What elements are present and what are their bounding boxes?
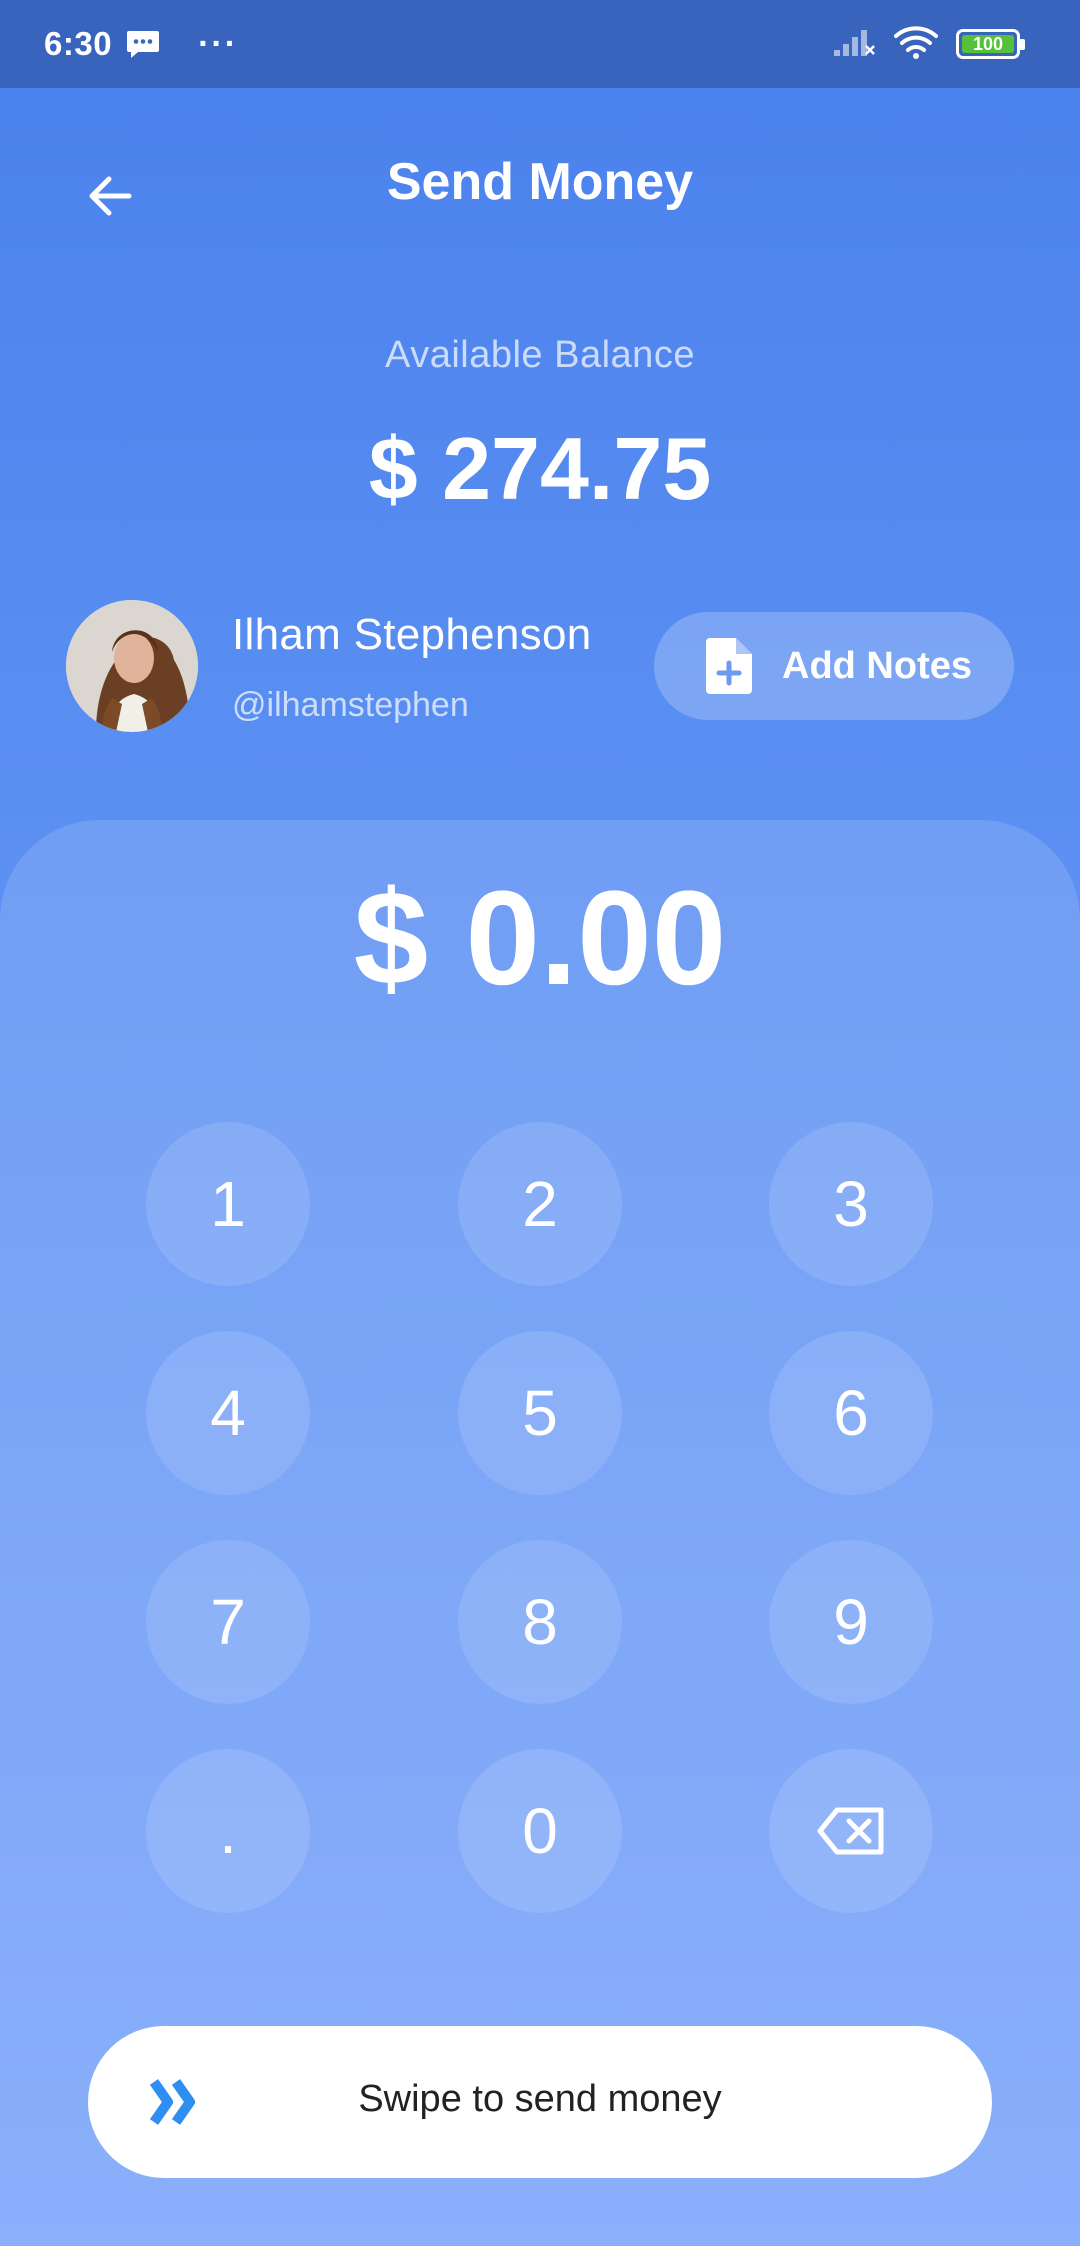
backspace-icon	[817, 1807, 884, 1855]
balance-value: $ 274.75	[368, 419, 712, 518]
status-left: 6:30 ···	[44, 25, 238, 64]
key-8[interactable]: 8	[458, 1540, 622, 1704]
swipe-to-send-slider[interactable]: Swipe to send money	[88, 2026, 992, 2178]
wifi-icon	[894, 25, 938, 64]
balance-label: Available Balance	[385, 334, 695, 376]
key-7[interactable]: 7	[146, 1540, 310, 1704]
header: Send Money	[0, 88, 1080, 288]
backspace-button[interactable]	[769, 1749, 933, 1913]
key-3[interactable]: 3	[769, 1122, 933, 1286]
swipe-label: Swipe to send money	[358, 2078, 722, 2120]
avatar	[66, 600, 198, 732]
add-notes-label: Add Notes	[782, 644, 972, 687]
key-5[interactable]: 5	[458, 1331, 622, 1495]
page-title: Send Money	[386, 153, 694, 211]
battery-level: 100	[962, 35, 1014, 53]
key-1[interactable]: 1	[146, 1122, 310, 1286]
amount-display: $ 0.00	[353, 864, 727, 1013]
add-notes-button[interactable]: Add Notes	[654, 612, 1014, 720]
message-icon	[126, 29, 160, 59]
key-4[interactable]: 4	[146, 1331, 310, 1495]
recipient-name: Ilham Stephenson	[232, 610, 592, 659]
key-2[interactable]: 2	[458, 1122, 622, 1286]
recipient-handle: @ilhamstephen	[232, 686, 469, 724]
key-9[interactable]: 9	[769, 1540, 933, 1704]
status-right: 100	[832, 25, 1025, 64]
status-bar: 6:30 ··· 100	[0, 0, 1080, 88]
key-decimal[interactable]: .	[146, 1749, 310, 1913]
signal-icon	[832, 26, 876, 63]
key-6[interactable]: 6	[769, 1331, 933, 1495]
battery-icon: 100	[956, 29, 1025, 59]
more-notifications-indicator: ···	[198, 24, 239, 63]
file-plus-icon	[706, 638, 752, 694]
key-0[interactable]: 0	[458, 1749, 622, 1913]
status-time: 6:30	[44, 25, 113, 62]
